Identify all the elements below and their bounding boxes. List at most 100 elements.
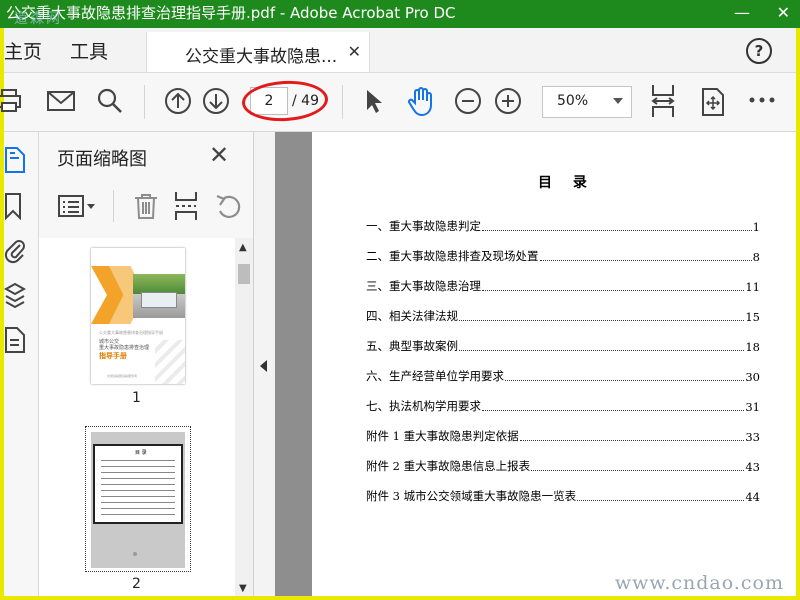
cover-footer: 交通运输部运输服务司 <box>107 374 138 378</box>
toc-entry-title: 三、重大事故隐患治理 <box>366 279 481 293</box>
options-menu-icon[interactable] <box>57 192 97 220</box>
toc-entry-page: 44 <box>745 490 760 504</box>
toc-leader <box>482 410 745 411</box>
window-title: 公交重大事故隐患排查治理指导手册.pdf - Adobe Acrobat Pro… <box>6 4 456 22</box>
tab-bar: 主页 工具 公交重大事故隐患... ✕ ? <box>4 28 796 73</box>
scroll-up-icon[interactable]: ▲ <box>239 242 247 253</box>
toc-entry[interactable]: 三、重大事故隐患治理 11 <box>366 278 760 294</box>
page-thumbnails-icon[interactable] <box>4 146 26 174</box>
thumbnail-toc-line <box>101 484 175 485</box>
cover-guide: 指导手册 <box>99 352 127 360</box>
thumbnail-toc-line <box>101 472 175 473</box>
thumbnail-toc-line <box>101 478 175 479</box>
print-icon[interactable] <box>0 87 26 115</box>
chevron-down-icon <box>613 98 623 104</box>
toc-entry-page: 18 <box>745 340 760 354</box>
thumbnail-toc-line <box>101 508 175 509</box>
attachment-icon[interactable] <box>4 236 26 264</box>
hand-tool-icon[interactable] <box>406 85 436 117</box>
thumbnail-scrollbar[interactable]: ▲ ▼ <box>235 238 253 596</box>
zoom-out-icon[interactable] <box>454 87 482 115</box>
tab-tools[interactable]: 工具 <box>70 37 108 64</box>
toc-entry-title: 一、重大事故隐患判定 <box>366 219 481 233</box>
thumbnail-toc-line <box>101 514 175 515</box>
toc-entry-title: 四、相关法律法规 <box>366 309 458 323</box>
thumbnail-toc-line <box>101 466 175 467</box>
next-page-icon[interactable] <box>202 87 230 115</box>
thumbnail-page-1[interactable]: 公交重大事故隐患排查治理指导手册 城市公交 重大事故隐患排查治理 指导手册 交通… <box>91 248 185 384</box>
left-nav-bar <box>4 132 39 596</box>
help-icon[interactable]: ? <box>746 38 772 64</box>
toc-entry-page: 11 <box>745 280 760 294</box>
thumbnail-toc-line <box>101 490 175 491</box>
toc-entry[interactable]: 七、执法机构学用要求 31 <box>366 398 760 414</box>
content-icon[interactable] <box>4 326 26 354</box>
thumbnail-label: 1 <box>132 390 141 406</box>
search-icon[interactable] <box>96 87 124 115</box>
bookmark-icon[interactable] <box>4 192 24 220</box>
toc-entry[interactable]: 附件 1 重大事故隐患判定依据 33 <box>366 428 760 444</box>
toc-entry-title: 附件 3 城市公交领域重大事故隐患一览表 <box>366 489 577 503</box>
toc-entry[interactable]: 附件 3 城市公交领域重大事故隐患一览表 44 <box>366 488 760 504</box>
toc-entry-title: 七、执法机构学用要求 <box>366 399 481 413</box>
thumbnail-toc-page: 目 录 <box>93 444 183 524</box>
toc-entry-page: 30 <box>745 370 760 384</box>
insert-page-icon[interactable] <box>173 190 199 222</box>
toc-entry[interactable]: 二、重大事故隐患排查及现场处置 8 <box>366 248 760 264</box>
thumbnail-label: 2 <box>132 576 141 592</box>
toc-entry-title: 六、生产经营单位学用要求 <box>366 369 504 383</box>
delete-page-icon[interactable] <box>133 192 159 220</box>
toc-entry[interactable]: 四、相关法律法规 15 <box>366 308 760 324</box>
minimize-icon[interactable]: — <box>734 0 750 26</box>
toc-entry[interactable]: 一、重大事故隐患判定 1 <box>366 218 760 234</box>
close-window-icon[interactable]: ✕ <box>777 0 790 26</box>
toc-leader <box>482 290 745 291</box>
prev-page-icon[interactable] <box>164 87 192 115</box>
more-icon[interactable] <box>748 95 776 105</box>
toc-leader <box>459 320 745 321</box>
toc-entry-page: 31 <box>745 400 760 414</box>
toolbar-separator <box>342 85 343 119</box>
close-tab-icon[interactable]: ✕ <box>348 42 361 61</box>
thumbnail-toc-line <box>101 502 175 503</box>
toc-title: 目 录 <box>538 175 595 191</box>
fit-page-icon[interactable] <box>650 83 676 119</box>
tab-home[interactable]: 主页 <box>4 37 42 64</box>
toc-leader <box>531 470 745 471</box>
tab-document[interactable]: 公交重大事故隐患... ✕ <box>146 32 370 72</box>
toc-leader <box>505 380 745 381</box>
zoom-select[interactable]: 50% <box>542 86 632 118</box>
thumbnail-list: 公交重大事故隐患排查治理指导手册 城市公交 重大事故隐患排查治理 指导手册 交通… <box>39 238 235 596</box>
toc-leader <box>519 440 745 441</box>
chevron-left-icon <box>260 360 267 372</box>
toc-leader <box>539 260 752 261</box>
full-screen-icon[interactable] <box>700 87 726 117</box>
layers-icon[interactable] <box>4 280 26 310</box>
toc-entry[interactable]: 六、生产经营单位学用要求 30 <box>366 368 760 384</box>
select-cursor-icon[interactable] <box>362 87 386 115</box>
main-toolbar: 2 / 49 50% <box>0 73 796 132</box>
thumbnail-page-2[interactable]: 目 录 <box>91 432 185 568</box>
thumbnail-toc-line <box>101 496 175 497</box>
collapse-panel-handle[interactable] <box>254 132 274 596</box>
close-panel-icon[interactable]: ✕ <box>209 141 229 169</box>
scrollbar-thumb[interactable] <box>238 264 250 284</box>
toolbar-separator <box>144 85 145 119</box>
title-bar: 公交重大事故隐患排查治理指导手册.pdf - Adobe Acrobat Pro… <box>0 0 800 28</box>
highlight-ring <box>241 78 329 124</box>
toc-entry-page: 33 <box>745 430 760 444</box>
watermark-bottom: www.cndao.com <box>614 572 784 594</box>
bus-graphic <box>141 292 177 308</box>
panel-separator <box>113 190 114 222</box>
zoom-in-icon[interactable] <box>494 87 522 115</box>
toc-entry-title: 附件 1 重大事故隐患判定依据 <box>366 429 519 443</box>
thumbnail-toc-line <box>101 460 175 461</box>
document-page: 目 录 一、重大事故隐患判定 1 二、重大事故隐患排查及现场处置 8 三、重大事故隐… <box>312 132 796 596</box>
toc-entry[interactable]: 五、典型事故案例 18 <box>366 338 760 354</box>
email-icon[interactable] <box>46 87 76 115</box>
toc-leader <box>482 230 752 231</box>
rotate-page-icon[interactable] <box>215 192 243 220</box>
toc-entry[interactable]: 附件 2 重大事故隐患信息上报表 43 <box>366 458 760 474</box>
panel-title: 页面缩略图 <box>57 149 147 170</box>
scroll-down-icon[interactable]: ▼ <box>239 583 247 594</box>
